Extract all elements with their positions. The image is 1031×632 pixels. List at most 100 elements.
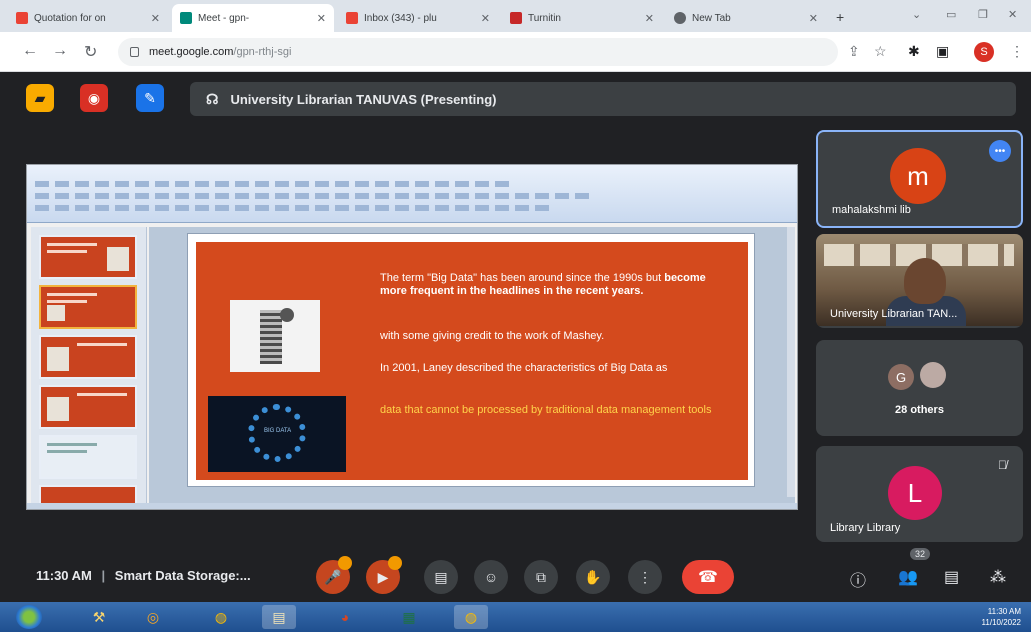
meeting-info-icon[interactable]: ⓘ	[850, 567, 866, 591]
meet-top-bar: ▰ ◉ ✎ ☊ University Librarian TANUVAS (Pr…	[0, 72, 1031, 126]
presenting-people-icon: ☊	[206, 90, 219, 107]
present-screen-button[interactable]: ⧉	[524, 560, 558, 594]
minimize-icon[interactable]: ▭	[946, 8, 956, 21]
tab-turnitin[interactable]: Turnitin ✕	[502, 4, 662, 32]
mic-toggle-button[interactable]: 🎤	[316, 556, 352, 594]
captions-button[interactable]: ▤	[424, 560, 458, 594]
gmail-icon	[346, 12, 358, 24]
participant-tile-presenter[interactable]: University Librarian TAN...	[816, 234, 1023, 328]
slide-canvas: BIG DATA The term "Big Data" has been ar…	[149, 227, 795, 505]
big-data-image: BIG DATA	[208, 396, 346, 472]
share-icon[interactable]: ⇪	[848, 43, 860, 60]
address-bar-row: ← → ↻ meet.google.com /gpn-rthj-sgi ⇪ ☆ …	[0, 32, 1031, 72]
tool-icon[interactable]: ⚒	[82, 605, 116, 629]
gmail-icon	[16, 12, 28, 24]
mic-off-icon: 🎙̸	[998, 458, 1007, 472]
new-tab-plus-icon[interactable]: +	[836, 9, 844, 25]
people-icon[interactable]: 👥	[898, 567, 918, 587]
meeting-time-title: 11:30 AM | Smart Data Storage:...	[36, 568, 251, 583]
close-tab-icon[interactable]: ✕	[151, 12, 160, 25]
slide-thumbnail	[39, 235, 137, 279]
extensions-puzzle-icon[interactable]: ✱	[908, 43, 920, 60]
participant-count-badge: 32	[910, 548, 931, 560]
tab-quotation[interactable]: Quotation for on ✕	[8, 4, 168, 32]
raise-hand-button[interactable]: ✋	[576, 560, 610, 594]
participant-name: mahalakshmi lib	[832, 204, 911, 216]
chrome-active-icon[interactable]: ◍	[454, 605, 488, 629]
slide-scrollbar[interactable]	[787, 227, 795, 497]
windows-taskbar: ⚒ ◎ ◍ ▤ ◕ ▦ ◍ 11:30 AM 11/10/2022	[0, 602, 1031, 632]
avatar: G	[888, 364, 914, 390]
presenting-label: University Librarian TANUVAS (Presenting…	[230, 91, 497, 107]
back-arrow-icon[interactable]: ←	[22, 42, 38, 60]
powerpoint-icon[interactable]: ◕	[328, 605, 362, 629]
more-options-button[interactable]: ⋮	[628, 560, 662, 594]
file-explorer-icon[interactable]: ▤	[262, 605, 296, 629]
start-button[interactable]	[16, 605, 42, 629]
slide-paragraph-4: data that cannot be processed by traditi…	[380, 404, 712, 416]
chrome-icon[interactable]: ◍	[204, 605, 238, 629]
more-options-icon[interactable]: •••	[989, 140, 1011, 162]
profile-avatar[interactable]: S	[974, 42, 994, 62]
slide-thumbnail	[39, 485, 137, 505]
tab-new-tab[interactable]: New Tab ✕	[666, 4, 826, 32]
participant-tile-library[interactable]: 🎙̸ L Library Library	[816, 446, 1023, 542]
close-tab-icon[interactable]: ✕	[481, 12, 490, 25]
reload-icon[interactable]: ↻	[84, 42, 97, 62]
whiteboard-edit-icon[interactable]: ✎	[136, 84, 164, 112]
participant-photo-avatar	[920, 362, 946, 388]
slide-background: BIG DATA The term "Big Data" has been ar…	[196, 242, 748, 480]
folder-icon[interactable]: ▰	[26, 84, 54, 112]
slide-paragraph-2: with some giving credit to the work of M…	[380, 330, 605, 342]
end-call-button[interactable]: ☎	[682, 560, 734, 594]
record-icon[interactable]: ◉	[80, 84, 108, 112]
participant-tile-mahalakshmi[interactable]: m ••• mahalakshmi lib	[816, 130, 1023, 228]
emoji-button[interactable]: ☺	[474, 560, 508, 594]
powerpoint-statusbar	[27, 503, 797, 509]
close-tab-icon[interactable]: ✕	[645, 12, 654, 25]
presenting-banner: ☊ University Librarian TANUVAS (Presenti…	[190, 82, 1016, 116]
avatar: L	[888, 466, 942, 520]
current-slide: BIG DATA The term "Big Data" has been ar…	[187, 233, 755, 487]
camera-toggle-button[interactable]: ▶	[366, 556, 402, 594]
excel-icon[interactable]: ▦	[392, 605, 426, 629]
slide-thumbnails	[31, 227, 147, 505]
lock-icon	[130, 47, 139, 57]
browser-tab-bar: Quotation for on ✕ Meet - gpn- ✕ Inbox (…	[0, 0, 1031, 32]
chrome-icon	[674, 12, 686, 24]
close-tab-icon[interactable]: ✕	[317, 12, 326, 25]
others-count-label: 28 others	[895, 404, 944, 416]
alert-badge	[388, 556, 402, 570]
books-image	[230, 300, 320, 372]
slide-paragraph-3: In 2001, Laney described the characteris…	[380, 362, 668, 374]
menu-kebab-icon[interactable]: ⋮	[1010, 43, 1024, 60]
presented-screen: BIG DATA The term "Big Data" has been ar…	[26, 164, 798, 510]
activities-icon[interactable]: ⁂	[990, 567, 1006, 587]
participant-name: University Librarian TAN...	[830, 308, 958, 320]
url-field[interactable]: meet.google.com /gpn-rthj-sgi	[118, 38, 838, 66]
forward-arrow-icon[interactable]: →	[52, 42, 68, 60]
close-tab-icon[interactable]: ✕	[809, 12, 818, 25]
tab-search-chevron-icon[interactable]: ⌄	[912, 8, 921, 21]
powerpoint-ribbon	[27, 165, 797, 223]
meet-icon	[180, 12, 192, 24]
turnitin-icon	[510, 12, 522, 24]
slide-paragraph-1: The term "Big Data" has been around sinc…	[380, 272, 706, 297]
side-panel-icon[interactable]: ▣	[936, 43, 949, 60]
restore-icon[interactable]: ❐	[978, 8, 988, 21]
tab-inbox[interactable]: Inbox (343) - plu ✕	[338, 4, 498, 32]
slide-thumbnail	[39, 435, 137, 479]
screen: Quotation for on ✕ Meet - gpn- ✕ Inbox (…	[0, 0, 1031, 632]
participant-name: Library Library	[830, 522, 901, 534]
slide-thumbnail-selected	[39, 285, 137, 329]
slide-thumbnail	[39, 335, 137, 379]
meet-control-bar: 11:30 AM | Smart Data Storage:... 🎤 ▶ ▤ …	[0, 548, 1031, 602]
media-player-icon[interactable]: ◎	[136, 605, 170, 629]
tab-meet[interactable]: Meet - gpn- ✕	[172, 4, 334, 32]
close-window-icon[interactable]: ✕	[1008, 8, 1017, 21]
system-tray-clock: 11:30 AM 11/10/2022	[981, 607, 1021, 627]
chat-icon[interactable]: ▤	[944, 567, 959, 587]
avatar: m	[890, 148, 946, 204]
bookmark-star-icon[interactable]: ☆	[874, 43, 887, 60]
participant-tile-others[interactable]: G 28 others	[816, 340, 1023, 436]
